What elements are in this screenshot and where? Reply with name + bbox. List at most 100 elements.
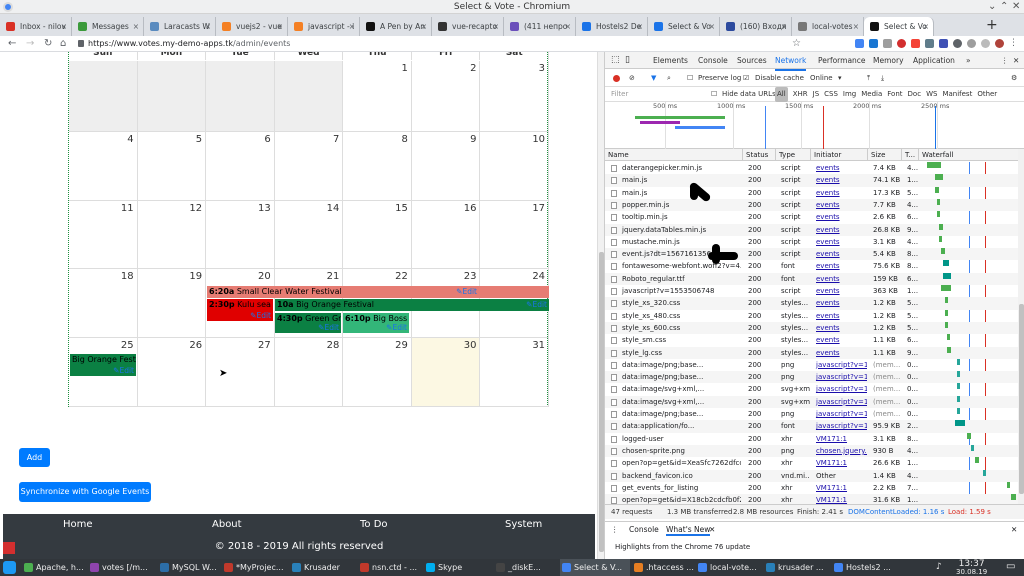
- home-icon[interactable]: ⌂: [60, 36, 66, 52]
- calendar-day[interactable]: [206, 61, 275, 132]
- type-filter-css[interactable]: CSS: [824, 87, 838, 102]
- taskbar-item[interactable]: Skype: [424, 559, 478, 576]
- event-edit-link[interactable]: ✎Edit: [318, 322, 339, 333]
- request-initiator[interactable]: events: [813, 187, 867, 199]
- network-request-row[interactable]: popper.min.js 200 script events 7.7 KB 4...: [605, 198, 1018, 212]
- request-initiator[interactable]: VM171:1: [813, 457, 867, 469]
- taskbar-item[interactable]: Krusader: [290, 559, 356, 576]
- request-initiator[interactable]: VM171:1: [813, 482, 867, 494]
- network-request-row[interactable]: javascript?v=1553506748 200 script events 36…: [605, 285, 1018, 297]
- request-initiator[interactable]: VM171:1: [813, 494, 867, 504]
- tab-close-icon[interactable]: ×: [493, 17, 499, 36]
- add-button[interactable]: Add: [19, 448, 50, 467]
- network-request-row[interactable]: Roboto_regular.ttf 200 font events 159 KB 6..…: [605, 272, 1018, 285]
- request-initiator[interactable]: chosen.jquery...: [813, 445, 867, 457]
- back-icon[interactable]: ←: [8, 36, 16, 52]
- request-initiator[interactable]: javascript?v=1...: [813, 408, 867, 420]
- extension-icon[interactable]: [953, 39, 962, 48]
- network-request-row[interactable]: style_sm.css 200 styles... events 1.1 KB 6...: [605, 334, 1018, 346]
- calendar-day[interactable]: 17: [480, 201, 550, 269]
- calendar-day[interactable]: [69, 61, 138, 132]
- inspect-icon[interactable]: ⬚: [611, 52, 620, 69]
- tab-close-icon[interactable]: ×: [349, 17, 355, 36]
- calendar-day[interactable]: [274, 61, 344, 132]
- type-filter-doc[interactable]: Doc: [908, 87, 922, 102]
- col-size[interactable]: Size: [867, 149, 885, 161]
- chevron-down-icon[interactable]: ▾: [838, 69, 842, 87]
- footer-link-system[interactable]: System: [505, 519, 542, 530]
- request-initiator[interactable]: events: [813, 248, 867, 260]
- tab-close-icon[interactable]: ×: [565, 17, 571, 36]
- calendar-day[interactable]: 11: [69, 201, 138, 269]
- taskbar-item[interactable]: .htaccess ...: [632, 559, 694, 576]
- calendar-day[interactable]: 8: [343, 132, 412, 201]
- tab-performance[interactable]: Performance: [818, 52, 866, 69]
- calendar-day[interactable]: 19: [137, 269, 207, 338]
- drawer-menu-icon[interactable]: ⋮: [611, 525, 619, 534]
- extension-icon[interactable]: [869, 39, 878, 48]
- col-name[interactable]: Name: [605, 149, 629, 161]
- calendar-event[interactable]: 6:10p Big Boss Bi✎Edit: [343, 313, 409, 333]
- footer-link-todo[interactable]: To Do: [360, 519, 388, 530]
- extension-icon[interactable]: [897, 39, 906, 48]
- network-request-row[interactable]: backend_favicon.ico 200 vnd.mi... Other 1.4 …: [605, 469, 1018, 482]
- import-har-icon[interactable]: ⤒: [867, 69, 870, 87]
- calendar-day[interactable]: 3: [480, 61, 550, 132]
- event-edit-link[interactable]: ✎Edit: [456, 286, 477, 298]
- taskbar-item[interactable]: Select & V...: [560, 559, 630, 576]
- tab-close-icon[interactable]: ×: [709, 17, 715, 36]
- col-type[interactable]: Type: [775, 149, 795, 161]
- extension-icon[interactable]: [855, 39, 864, 48]
- export-har-icon[interactable]: ⤓: [881, 69, 884, 87]
- calendar-day[interactable]: 9: [411, 132, 481, 201]
- type-filter-all[interactable]: All: [775, 87, 788, 102]
- network-request-row[interactable]: style_xs_320.css 200 styles... events 1.2 KB…: [605, 297, 1018, 310]
- tab-close-icon[interactable]: ×: [205, 17, 211, 36]
- extension-icon[interactable]: [939, 39, 948, 48]
- type-filter-other[interactable]: Other: [977, 87, 997, 102]
- sync-google-events-button[interactable]: Synchronize with Google Events: [19, 482, 151, 502]
- tab-elements[interactable]: Elements: [653, 52, 688, 69]
- browser-tab[interactable]: (160) Входя ×: [720, 17, 792, 36]
- calendar-day[interactable]: 15: [343, 201, 412, 269]
- network-request-row[interactable]: chosen-sprite.png 200 png chosen.jquery... 9…: [605, 444, 1018, 458]
- tab-application[interactable]: Application: [913, 52, 955, 69]
- calendar-event[interactable]: 6:20a Small Clear Water Festival ✎Edit: [207, 286, 549, 298]
- calendar-day[interactable]: 4: [69, 132, 138, 201]
- network-request-row[interactable]: data:image/svg+xml,... 200 svg+xml javascri…: [605, 395, 1018, 408]
- request-initiator[interactable]: javascript?v=1...: [813, 420, 867, 432]
- new-tab-button[interactable]: +: [986, 14, 998, 36]
- taskbar-item[interactable]: krusader ...: [764, 559, 830, 576]
- more-tabs-icon[interactable]: »: [966, 52, 971, 69]
- network-request-row[interactable]: main.js 200 script events 74.1 KB 1...: [605, 174, 1018, 187]
- record-icon[interactable]: [613, 75, 620, 82]
- extension-icon[interactable]: [967, 39, 976, 48]
- col-time[interactable]: T...: [901, 149, 915, 161]
- network-request-row[interactable]: main.js 200 script events 17.3 KB 5...: [605, 186, 1018, 199]
- calendar-day[interactable]: 2: [411, 61, 481, 132]
- close-drawer-icon[interactable]: ✕: [1011, 525, 1017, 534]
- network-settings-icon[interactable]: ⚙: [1011, 69, 1017, 87]
- browser-tab[interactable]: vuejs2 - vue ×: [216, 17, 288, 36]
- col-status[interactable]: Status: [742, 149, 768, 161]
- calendar-day[interactable]: 31: [480, 338, 550, 407]
- devtools-menu-icon[interactable]: ⋮: [1001, 52, 1009, 69]
- tab-close-icon[interactable]: ×: [277, 17, 283, 36]
- request-initiator[interactable]: events: [813, 211, 867, 223]
- type-filter-ws[interactable]: WS: [926, 87, 937, 102]
- col-initiator[interactable]: Initiator: [810, 149, 841, 161]
- tab-close-icon[interactable]: ×: [637, 17, 643, 36]
- network-request-row[interactable]: style_xs_600.css 200 styles... events 1.2 KB…: [605, 321, 1018, 335]
- calendar-day[interactable]: 29: [343, 338, 412, 407]
- browser-tab[interactable]: vue-recapto ×: [432, 17, 504, 36]
- network-request-row[interactable]: data:image/svg+xml,... 200 svg+xml javascri…: [605, 383, 1018, 395]
- request-initiator[interactable]: events: [813, 322, 867, 334]
- network-request-row[interactable]: style_xs_480.css 200 styles... events 1.2 KB…: [605, 309, 1018, 322]
- calendar-day[interactable]: 18: [69, 269, 138, 338]
- network-request-row[interactable]: open?op=get&id=X18cb2cdcfb0f2... 200 xhr VM…: [605, 494, 1018, 504]
- search-icon[interactable]: ⌕: [667, 69, 671, 87]
- device-toolbar-icon[interactable]: ▯: [625, 52, 630, 69]
- close-drawer-tab-icon[interactable]: ✕: [709, 525, 715, 534]
- network-request-row[interactable]: daterangepicker.min.js 200 script events 7.4…: [605, 162, 1018, 174]
- forward-icon[interactable]: →: [26, 36, 34, 52]
